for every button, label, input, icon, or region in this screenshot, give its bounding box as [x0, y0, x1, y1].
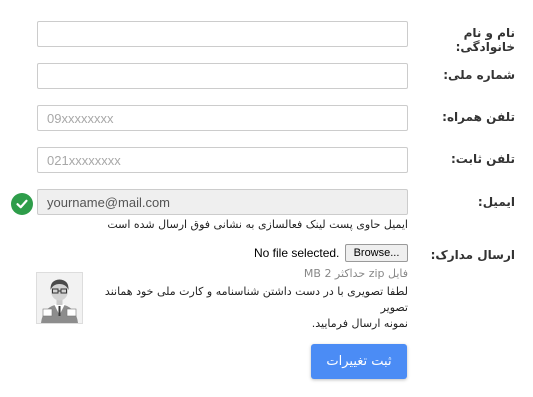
file-status: No file selected. — [254, 246, 340, 260]
mobile-label: تلفن همراه: — [442, 110, 515, 124]
email-label: ایمیل: — [477, 195, 515, 209]
file-limits: فایل zip حداکثر 2 MB — [303, 267, 408, 280]
upload-instructions: لطفا تصویری با در دست داشتن شناسنامه و ک… — [88, 284, 408, 332]
landline-label: تلفن ثابت: — [450, 152, 515, 166]
browse-button[interactable]: Browse... — [345, 244, 408, 262]
full-name-input[interactable] — [37, 21, 408, 47]
check-circle-icon — [11, 193, 33, 215]
documents-label: ارسال مدارک: — [430, 248, 515, 262]
national-id-label: شماره ملی: — [443, 68, 515, 82]
landline-input[interactable] — [37, 147, 408, 173]
email-hint: ایمیل حاوی پست لینک فعالسازی به نشانی فو… — [107, 218, 408, 231]
email-input[interactable] — [37, 189, 408, 215]
full-name-label: نام و نام خانوادگی: — [455, 26, 515, 54]
instructions-line-2: نمونه ارسال فرمایید. — [311, 317, 408, 330]
submit-button[interactable]: ثبت تغییرات — [311, 344, 407, 379]
sample-photo — [36, 272, 83, 324]
national-id-input[interactable] — [37, 63, 408, 89]
mobile-input[interactable] — [37, 105, 408, 131]
instructions-line-1: لطفا تصویری با در دست داشتن شناسنامه و ک… — [104, 285, 408, 314]
